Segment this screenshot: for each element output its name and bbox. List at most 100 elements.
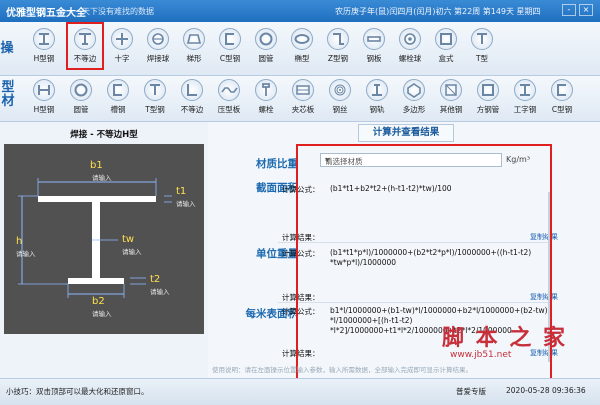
tool2-round-pipe[interactable]: 圆管 <box>63 79 99 115</box>
tool2-other-steel[interactable]: 其他钢 <box>433 79 469 115</box>
tool2-unequal-angle[interactable]: 不等边 <box>174 79 210 115</box>
weight-formula-label: 计算公式： <box>282 249 320 258</box>
tool2-bolt[interactable]: 螺栓 <box>248 79 284 115</box>
dim-b2-input[interactable]: 请输入 <box>92 308 112 318</box>
other-steel-icon <box>440 79 462 101</box>
dim-tw-input[interactable]: 请输入 <box>122 246 142 256</box>
sandwich-panel-icon <box>292 79 314 101</box>
dim-t1-input[interactable]: 请输入 <box>176 198 196 208</box>
tool-label: T型 <box>475 54 489 63</box>
steel-plate-icon <box>363 28 385 50</box>
divider <box>278 242 550 243</box>
surface-result-label: 计算结果： <box>282 349 320 358</box>
tool2-polygon[interactable]: 多边形 <box>396 79 432 115</box>
site-watermark-url: www.jb51.net <box>450 350 512 360</box>
dim-h-label: h <box>16 236 23 247</box>
minimize-button[interactable]: - <box>562 4 576 16</box>
channel-icon <box>107 79 129 101</box>
calculate-button[interactable]: 计算并查看结果 <box>358 124 454 142</box>
dim-tw-label: tw <box>122 234 135 245</box>
toolbar-operations-label: 操 <box>0 41 14 56</box>
tool-round-pipe[interactable]: 圆管 <box>248 28 284 64</box>
tool-label: 螺栓球 <box>398 54 422 63</box>
tool-h-beam[interactable]: H型钢 <box>26 28 62 64</box>
tool-label: 圆管 <box>258 54 274 63</box>
tool2-steel-wire[interactable]: 钢丝 <box>322 79 358 115</box>
diagram-title: 焊接 - 不等边H型 <box>70 130 138 140</box>
surface-formula-label: 计算公式： <box>282 307 320 316</box>
material-select[interactable]: 请选择材质 ▼ <box>320 153 502 167</box>
material-density-label: 材质比重 <box>256 158 298 170</box>
toolbar-profiles: 型材 H型钢 圆管 槽钢 T型钢 不等边 压型板 螺栓 夹芯板 钢丝 钢轨 多边… <box>0 76 600 122</box>
area-formula-label: 计算公式： <box>282 185 320 194</box>
dim-h-input[interactable]: 请输入 <box>16 248 36 258</box>
tool-label: 方钢管 <box>476 105 500 114</box>
weight-copy-result-link[interactable]: 复制结果 <box>530 292 558 302</box>
tool-label: 圆管 <box>73 105 89 114</box>
tool-label: 盒式 <box>438 54 454 63</box>
tool-label: 压型板 <box>217 105 241 114</box>
z-steel-icon <box>327 28 349 50</box>
tool-t-shape[interactable]: T型 <box>464 28 500 64</box>
weight-formula: (b1*t1*p*l)/1000000+(b2*t2*p*l)/1000000+… <box>330 248 532 267</box>
tool2-profiled-sheet[interactable]: 压型板 <box>211 79 247 115</box>
tool-steel-plate[interactable]: 钢板 <box>356 28 392 64</box>
tool2-channel[interactable]: 槽钢 <box>100 79 136 115</box>
box-icon <box>435 28 457 50</box>
tool-label: 其他钢 <box>439 105 463 114</box>
c-steel-icon <box>219 28 241 50</box>
tool-weld-ball[interactable]: 焊接球 <box>140 28 176 64</box>
dim-b1-input[interactable]: 请输入 <box>92 172 112 182</box>
tool-label: 夹芯板 <box>291 105 315 114</box>
tool2-c-steel[interactable]: C型钢 <box>544 79 580 115</box>
t-shape-icon <box>471 28 493 50</box>
tool-z-steel[interactable]: Z型钢 <box>320 28 356 64</box>
dim-b2-label: b2 <box>92 296 105 307</box>
usage-note: 使用说明：请在左面操示位置输入参数，输入所需数据，全部输入完成即可显示计算结果。 <box>212 366 472 374</box>
close-button[interactable]: × <box>579 4 593 16</box>
tool-ellipse[interactable]: 椭型 <box>284 28 320 64</box>
tool-label: 椭型 <box>294 54 310 63</box>
tool-label: 钢轨 <box>369 105 385 114</box>
ellipse-icon <box>291 28 313 50</box>
chevron-down-icon: ▼ <box>325 157 330 164</box>
tool-label: 钢丝 <box>332 105 348 114</box>
c-steel-icon <box>551 79 573 101</box>
tool-box[interactable]: 盒式 <box>428 28 464 64</box>
weld-ball-icon <box>147 28 169 50</box>
status-datetime: 2020-05-28 09:36:36 <box>506 386 586 395</box>
area-formula: (b1*t1+b2*t2+(h-t1-t2)*tw)/100 <box>330 184 452 193</box>
tool2-sandwich-panel[interactable]: 夹芯板 <box>285 79 321 115</box>
tool-label: Z型钢 <box>327 54 349 63</box>
rail-icon <box>366 79 388 101</box>
divider <box>278 302 550 303</box>
tool2-h-beam[interactable]: H型钢 <box>26 79 62 115</box>
tool2-rail[interactable]: 钢轨 <box>359 79 395 115</box>
tool-label: C型钢 <box>551 105 573 114</box>
tool2-square-pipe[interactable]: 方钢管 <box>470 79 506 115</box>
tool-trapezoid[interactable]: 梯形 <box>176 28 212 64</box>
density-unit: Kg/m³ <box>506 155 531 164</box>
h-beam-icon <box>33 79 55 101</box>
tool-cross[interactable]: 十字 <box>104 28 140 64</box>
dim-t2-input[interactable]: 请输入 <box>150 286 170 296</box>
tool-bolt-ball[interactable]: 螺栓球 <box>392 28 428 64</box>
status-tip: 小技巧：双击顶部可以最大化和还原窗口。 <box>6 387 149 396</box>
tool-c-steel[interactable]: C型钢 <box>212 28 248 64</box>
tool-label: 多边形 <box>402 105 426 114</box>
trapezoid-icon <box>183 28 205 50</box>
dim-t1-label: t1 <box>176 186 187 197</box>
highlight-selected-tool <box>66 22 104 70</box>
tool2-t-steel[interactable]: T型钢 <box>137 79 173 115</box>
site-watermark: 脚 本 之 家 <box>442 326 567 351</box>
area-copy-result-link[interactable]: 复制结果 <box>530 232 558 242</box>
tool2-i-beam[interactable]: 工字钢 <box>507 79 543 115</box>
unequal-angle-icon <box>181 79 203 101</box>
i-beam-icon <box>514 79 536 101</box>
round-pipe-icon <box>70 79 92 101</box>
unequal-h-beam-diagram: b1 请输入 t1 请输入 h 请输入 tw 请输入 b2 请输入 t2 请输入 <box>4 144 204 334</box>
round-pipe-icon <box>255 28 277 50</box>
tool-label: T型钢 <box>145 105 165 114</box>
dim-t2-label: t2 <box>150 274 161 285</box>
status-bar: 小技巧：双击顶部可以最大化和还原窗口。 普爱专版 2020-05-28 09:3… <box>0 378 600 405</box>
